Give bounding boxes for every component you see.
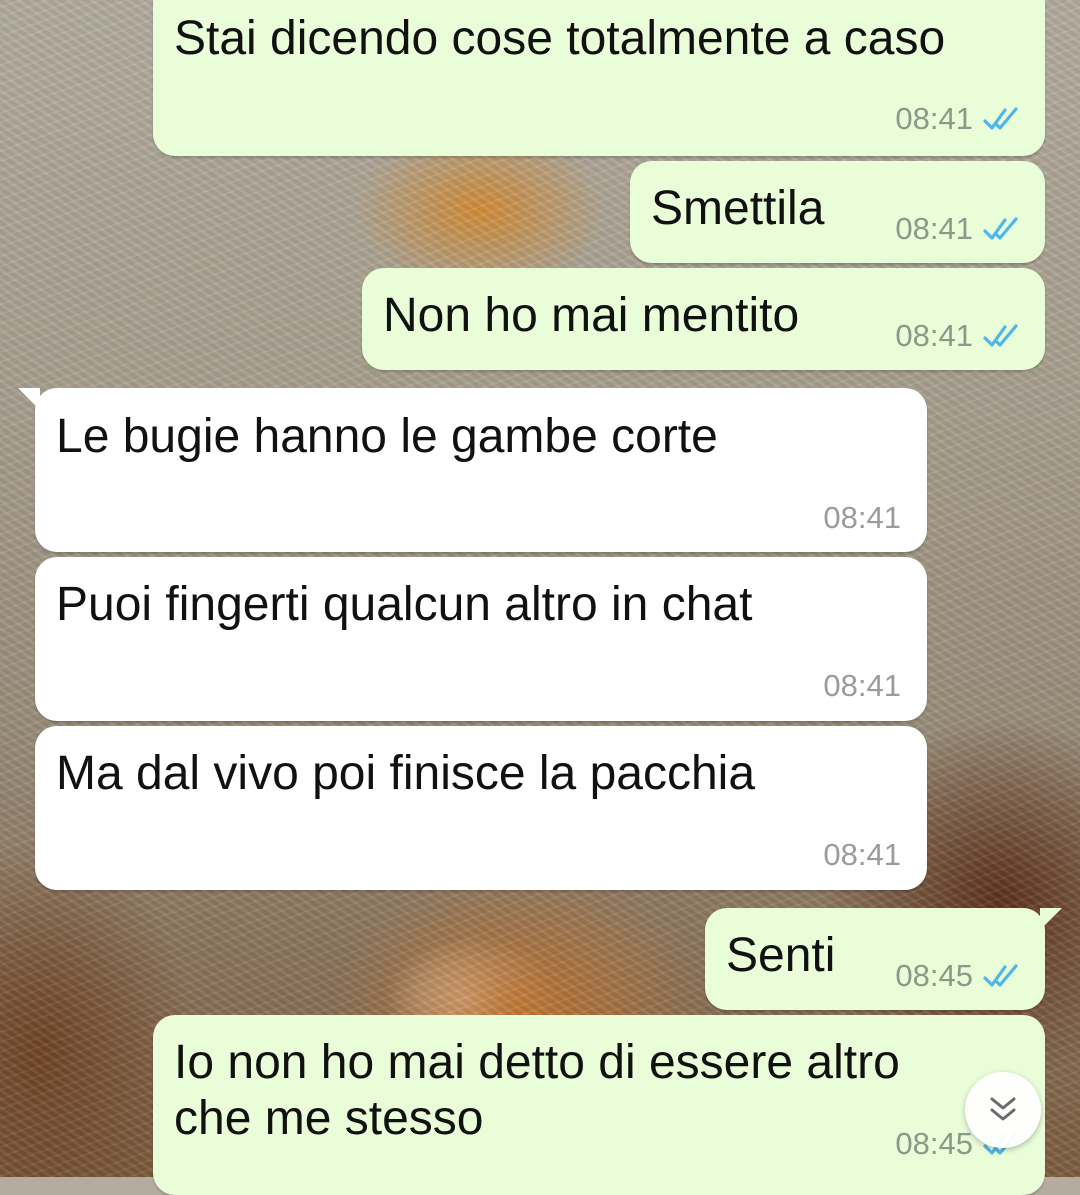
message-meta: 08:41 <box>823 500 901 536</box>
message-text: Io non ho mai detto di essere altro che … <box>174 1036 900 1145</box>
message-text: Ma dal vivo poi finisce la pacchia <box>56 747 756 800</box>
message-text: Non ho mai mentito <box>383 289 800 342</box>
double-check-icon <box>983 324 1018 347</box>
message-meta: 08:41 <box>895 318 1023 354</box>
message-bubble-outgoing[interactable]: Stai dicendo cose totalmente a caso 08:4… <box>153 0 1045 156</box>
message-meta: 08:41 <box>823 837 901 873</box>
double-check-icon <box>983 107 1018 130</box>
message-bubble-outgoing[interactable]: Non ho mai mentito 08:41 <box>362 268 1045 370</box>
message-text: Smettila <box>651 182 825 235</box>
message-time: 08:41 <box>823 500 901 535</box>
message-bubble-outgoing[interactable]: Io non ho mai detto di essere altro che … <box>153 1015 1045 1195</box>
message-meta: 08:41 <box>895 211 1023 247</box>
scroll-to-bottom-button[interactable] <box>965 1072 1041 1148</box>
message-text: Puoi fingerti qualcun altro in chat <box>56 578 753 631</box>
double-check-icon <box>983 964 1018 987</box>
message-bubble-incoming[interactable]: Ma dal vivo poi finisce la pacchia 08:41 <box>35 726 927 890</box>
message-text: Stai dicendo cose totalmente a caso <box>174 12 946 65</box>
message-bubble-outgoing[interactable]: Senti 08:45 <box>705 908 1045 1010</box>
message-meta: 08:45 <box>895 958 1023 994</box>
message-bubble-incoming[interactable]: Puoi fingerti qualcun altro in chat 08:4… <box>35 557 927 721</box>
message-time: 08:41 <box>823 837 901 872</box>
message-text: Le bugie hanno le gambe corte <box>56 410 718 463</box>
message-time: 08:45 <box>895 1126 973 1161</box>
message-time: 08:41 <box>895 101 973 136</box>
message-bubble-outgoing[interactable]: Smettila 08:41 <box>630 161 1045 263</box>
message-text: Senti <box>726 929 836 982</box>
message-meta: 08:41 <box>895 101 1023 137</box>
message-time: 08:41 <box>895 211 973 246</box>
message-time: 08:41 <box>895 318 973 353</box>
double-check-icon <box>983 217 1018 240</box>
message-meta: 08:41 <box>823 668 901 704</box>
double-chevron-down-icon <box>990 1097 1016 1121</box>
message-bubble-incoming[interactable]: Le bugie hanno le gambe corte 08:41 <box>35 388 927 552</box>
message-time: 08:45 <box>895 958 973 993</box>
message-time: 08:41 <box>823 668 901 703</box>
